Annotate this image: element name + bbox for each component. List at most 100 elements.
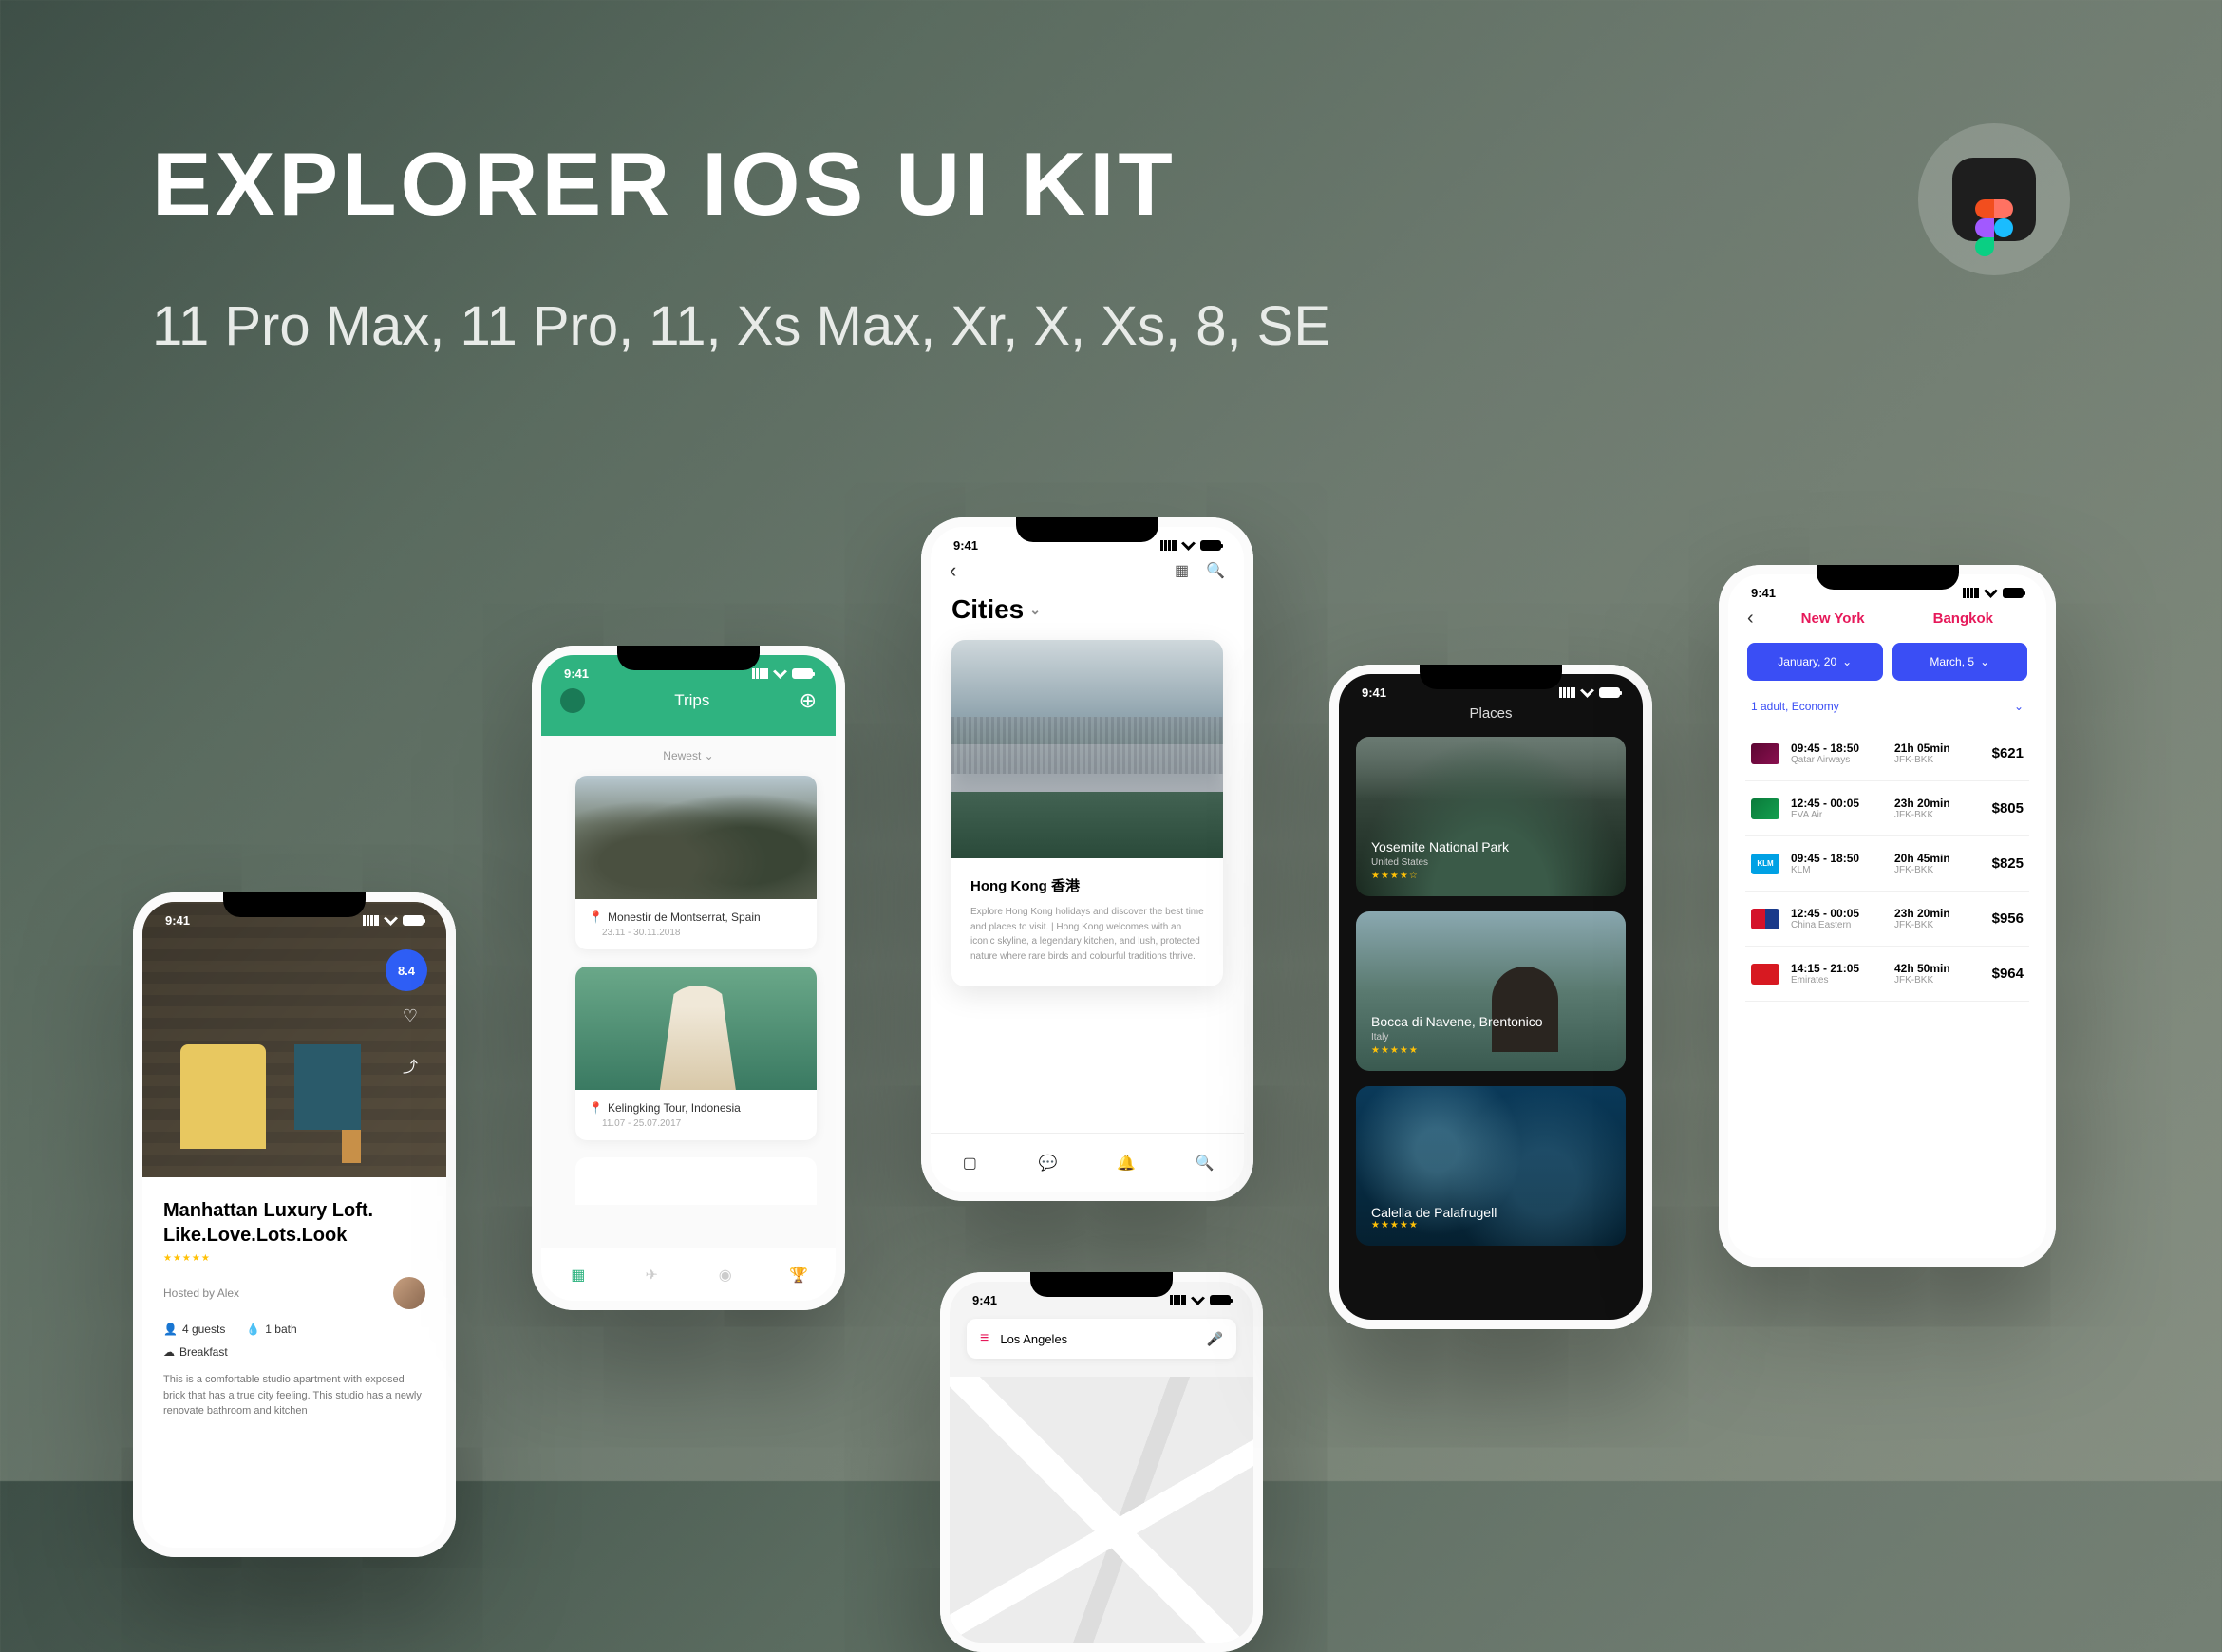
city-blurb: Explore Hong Kong holidays and discover … xyxy=(970,905,1204,964)
listing-description: This is a comfortable studio apartment w… xyxy=(163,1372,425,1419)
airline-logo xyxy=(1751,743,1779,764)
place-tile[interactable]: Bocca di Navene, Brentonico Italy ★★★★★ xyxy=(1356,911,1626,1071)
flight-price: $964 xyxy=(1972,966,2024,982)
chevron-down-icon: ⌄ xyxy=(705,749,714,762)
figma-badge xyxy=(1918,123,2070,275)
back-icon[interactable]: ‹ xyxy=(950,558,956,583)
hero-title: EXPLORER IOS UI KIT xyxy=(152,133,1177,235)
airline-logo xyxy=(1751,964,1779,985)
plane-tab-icon[interactable]: ✈ xyxy=(643,1267,660,1284)
home-tab-icon[interactable]: ▢ xyxy=(961,1155,978,1172)
flight-price: $621 xyxy=(1972,745,2024,761)
search-icon[interactable]: 🔍 xyxy=(1206,561,1225,580)
place-stars: ★★★★★ xyxy=(1371,1045,1610,1056)
airline-logo: KLM xyxy=(1751,854,1779,874)
rating-stars: ★★★★★ xyxy=(163,1253,425,1264)
cloud-icon: ☁ xyxy=(163,1345,175,1359)
search-bar[interactable]: ≡ 🎤 xyxy=(967,1319,1236,1359)
bath-fact: 💧1 bath xyxy=(246,1323,296,1336)
pin-icon: 📍 xyxy=(589,1101,603,1115)
place-stars: ★★★★★ xyxy=(1371,1220,1610,1230)
pin-icon: 📍 xyxy=(589,910,603,924)
search-tab-icon[interactable]: 🔍 xyxy=(1196,1155,1214,1172)
menu-icon[interactable]: ≡ xyxy=(980,1330,989,1347)
phone-listing-detail: 9:41 8.4 ♡ ⤴ Manhattan Luxury Loft. Like… xyxy=(133,892,456,1557)
guests-fact: 👤4 guests xyxy=(163,1323,225,1336)
figma-icon xyxy=(1952,158,2036,241)
to-city[interactable]: Bangkok xyxy=(1933,610,1993,627)
page-heading[interactable]: Cities⌄ xyxy=(931,589,1244,640)
search-input[interactable] xyxy=(1000,1332,1195,1346)
page-title: Places xyxy=(1339,700,1643,737)
place-name: Yosemite National Park xyxy=(1371,839,1610,854)
flight-list: 09:45 - 18:50Qatar Airways21h 05minJFK-B… xyxy=(1728,726,2046,1002)
listing-title: Manhattan Luxury Loft. Like.Love.Lots.Lo… xyxy=(163,1198,425,1248)
flight-row[interactable]: 09:45 - 18:50Qatar Airways21h 05minJFK-B… xyxy=(1745,726,2029,781)
back-icon[interactable]: ‹ xyxy=(1747,608,1754,629)
passengers-picker[interactable]: 1 adult, Economy⌄ xyxy=(1728,694,2046,726)
flight-row[interactable]: 12:45 - 00:05China Eastern23h 20minJFK-B… xyxy=(1745,892,2029,947)
host-avatar[interactable] xyxy=(393,1277,425,1309)
trip-card[interactable]: 📍Monestir de Montserrat, Spain 23.11 - 3… xyxy=(575,776,817,949)
city-card[interactable]: Hong Kong 香港 Explore Hong Kong holidays … xyxy=(951,640,1223,986)
phone-trips: 9:41 Trips ⊕ Newest ⌄ 2018 📍Monestir de … xyxy=(532,646,845,1310)
trip-image xyxy=(575,776,817,899)
map-icon[interactable]: ▦ xyxy=(1175,561,1189,580)
phone-flights: 9:41 ‹ New York Bangkok January, 20⌄ Mar… xyxy=(1719,565,2056,1267)
city-name: Hong Kong 香港 xyxy=(970,875,1204,895)
place-tile[interactable]: Yosemite National Park United States ★★★… xyxy=(1356,737,1626,896)
place-name: Bocca di Navene, Brentonico xyxy=(1371,1014,1610,1029)
city-image xyxy=(951,640,1223,858)
hero-subtitle: 11 Pro Max, 11 Pro, 11, Xs Max, Xr, X, X… xyxy=(152,294,1330,358)
add-trip-icon[interactable]: ⊕ xyxy=(800,688,817,713)
from-city[interactable]: New York xyxy=(1801,610,1865,627)
bell-tab-icon[interactable]: 🔔 xyxy=(1118,1155,1135,1172)
flight-price: $956 xyxy=(1972,910,2024,927)
trip-card-peek[interactable] xyxy=(575,1157,817,1205)
phone-cities: 9:41 ‹ ▦ 🔍 Cities⌄ Hong Kong 香港 Explore … xyxy=(921,517,1253,1201)
favorite-icon[interactable]: ♡ xyxy=(403,1006,418,1026)
person-icon: 👤 xyxy=(163,1323,178,1336)
phone-map-search: 9:41 ≡ 🎤 xyxy=(940,1272,1263,1652)
droplet-icon: 💧 xyxy=(246,1323,260,1336)
mic-icon[interactable]: 🎤 xyxy=(1207,1331,1223,1347)
flight-row[interactable]: 14:15 - 21:05Emirates42h 50minJFK-BKK$96… xyxy=(1745,947,2029,1002)
flight-row[interactable]: KLM09:45 - 18:50KLM20h 45minJFK-BKK$825 xyxy=(1745,836,2029,892)
place-country: Italy xyxy=(1371,1032,1610,1042)
chevron-down-icon: ⌄ xyxy=(1029,602,1041,618)
chevron-down-icon: ⌄ xyxy=(1842,655,1852,668)
depart-date-picker[interactable]: January, 20⌄ xyxy=(1747,643,1883,681)
return-date-picker[interactable]: March, 5⌄ xyxy=(1892,643,2028,681)
tab-bar: ▢ 💬 🔔 🔍 xyxy=(931,1133,1244,1192)
map-tab-icon[interactable]: ▦ xyxy=(570,1267,587,1284)
place-country: United States xyxy=(1371,857,1610,868)
trophy-tab-icon[interactable]: 🏆 xyxy=(790,1267,807,1284)
place-name: Calella de Palafrugell xyxy=(1371,1205,1610,1220)
sort-dropdown[interactable]: Newest ⌄ xyxy=(541,736,836,776)
trip-dates: 23.11 - 30.11.2018 xyxy=(602,928,803,938)
listing-hero-image: 9:41 8.4 ♡ ⤴ xyxy=(142,902,446,1177)
flight-price: $805 xyxy=(1972,800,2024,817)
trip-dates: 11.07 - 25.07.2017 xyxy=(602,1118,803,1129)
chat-tab-icon[interactable]: 💬 xyxy=(1040,1155,1057,1172)
airline-logo xyxy=(1751,798,1779,819)
place-tile[interactable]: Calella de Palafrugell ★★★★★ xyxy=(1356,1086,1626,1246)
flight-row[interactable]: 12:45 - 00:05EVA Air23h 20minJFK-BKK$805 xyxy=(1745,781,2029,836)
chevron-down-icon: ⌄ xyxy=(2014,700,2024,713)
profile-avatar[interactable] xyxy=(560,688,585,713)
pin-tab-icon[interactable]: ◉ xyxy=(717,1267,734,1284)
trip-card[interactable]: 📍 Kelingking Tour, Indonesia 11.07 - 25.0… xyxy=(575,967,817,1140)
trip-location: Kelingking Tour, Indonesia xyxy=(608,1101,741,1115)
phone-places-dark: 9:41 Places Yosemite National Park Unite… xyxy=(1329,665,1652,1329)
host-label: Hosted by Alex xyxy=(163,1286,239,1300)
breakfast-fact: ☁Breakfast xyxy=(163,1345,425,1359)
share-icon[interactable]: ⤴ xyxy=(403,1054,418,1077)
map-view[interactable] xyxy=(950,1377,1253,1643)
tab-bar: ▦ ✈ ◉ 🏆 xyxy=(541,1248,836,1301)
place-stars: ★★★★☆ xyxy=(1371,871,1610,881)
rating-badge[interactable]: 8.4 xyxy=(386,949,427,991)
airline-logo xyxy=(1751,909,1779,929)
chevron-down-icon: ⌄ xyxy=(1980,655,1989,668)
flight-price: $825 xyxy=(1972,855,2024,872)
page-title: Trips xyxy=(674,691,709,710)
